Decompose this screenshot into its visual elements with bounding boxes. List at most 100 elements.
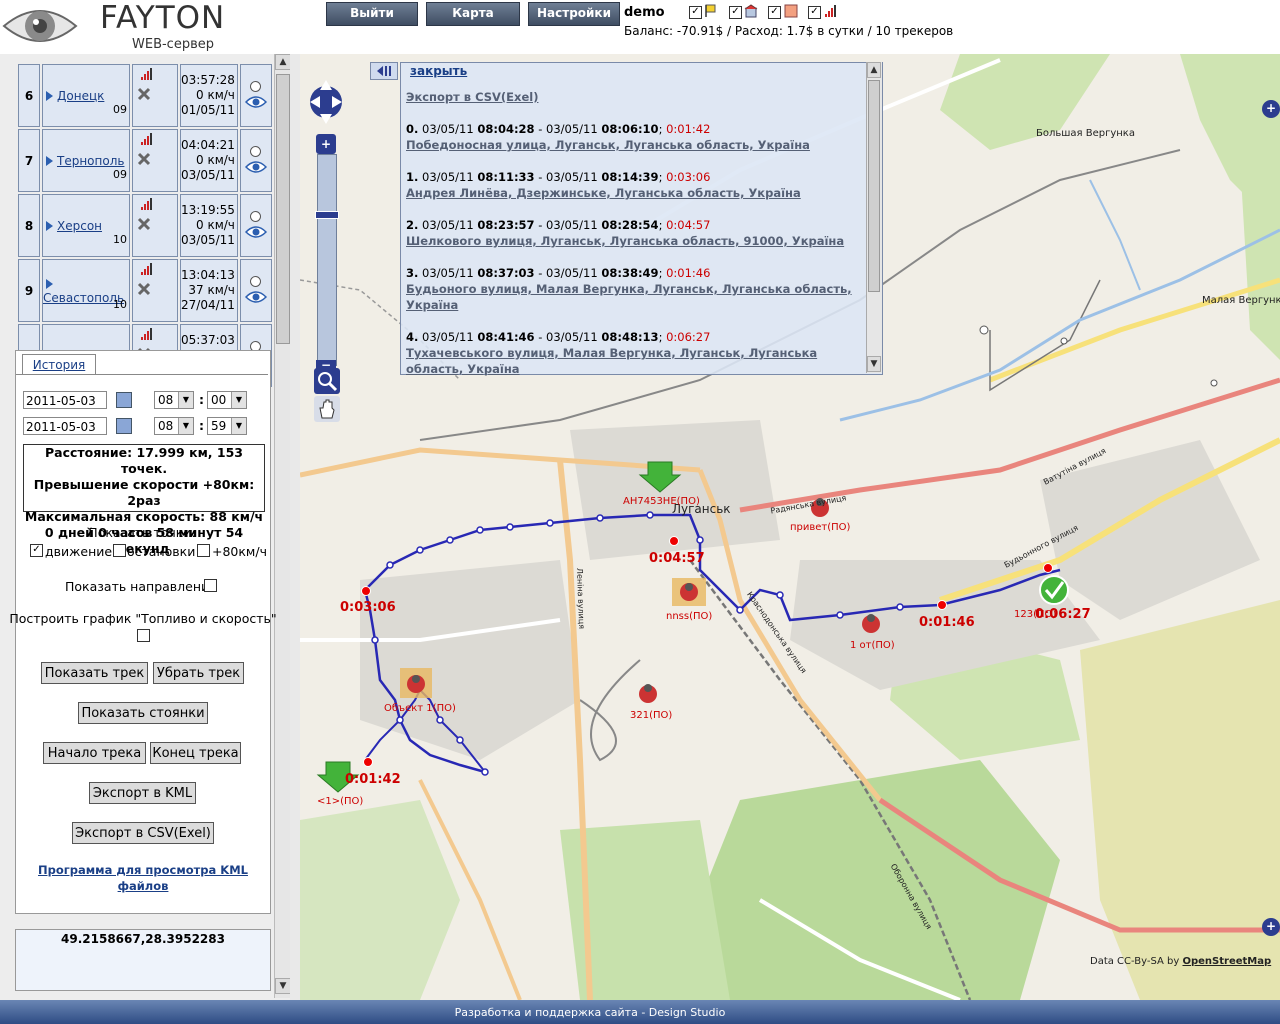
layer-checkbox-1[interactable]: ✓ bbox=[689, 6, 702, 19]
place-label: Малая Вергунка bbox=[1202, 295, 1280, 306]
tracker-row[interactable]: 7 Тернополь 09 04:04:21 0 км/ч 03/05/11 bbox=[18, 129, 272, 192]
logout-button[interactable]: Выйти bbox=[326, 2, 418, 26]
stops-checkbox[interactable] bbox=[113, 544, 126, 557]
tracker-name-link[interactable]: Херсон bbox=[57, 219, 102, 233]
show-direction-label: Показать направление bbox=[65, 579, 217, 594]
calendar-icon[interactable] bbox=[116, 392, 132, 408]
tab-history[interactable]: История bbox=[22, 354, 96, 375]
stop-address-link[interactable]: Шелкового вулиця, Луганськ, Луганська об… bbox=[406, 234, 844, 248]
zoom-slider[interactable] bbox=[317, 154, 337, 366]
stop-entry: 2. 03/05/11 08:23:57 - 03/05/11 08:28:54… bbox=[406, 218, 711, 232]
stop-address-link[interactable]: Андрея Линёва, Дзержинське, Луганська об… bbox=[406, 186, 801, 200]
layer-checkbox-4[interactable]: ✓ bbox=[808, 6, 821, 19]
footer-text[interactable]: Разработка и поддержка сайта - Design St… bbox=[0, 1006, 1180, 1019]
map-button[interactable]: Карта bbox=[426, 2, 520, 26]
kml-viewer-link[interactable]: Программа для просмотра KML файлов bbox=[30, 862, 256, 894]
tracker-row[interactable]: 9 Севастополь 10 13:04:13 37 км/ч 27/04/11 bbox=[18, 259, 272, 322]
tracker-table: 6 Донецк 09 03:57:28 0 км/ч 01/05/11 7 Тернопол… bbox=[16, 62, 274, 389]
tracker-radio[interactable] bbox=[250, 146, 262, 157]
to-hour-select[interactable]: 08 ▼ bbox=[154, 417, 194, 435]
fuel-chart-checkbox[interactable] bbox=[137, 629, 150, 642]
fuel-chart-label: Построить график "Топливо и скорость" bbox=[9, 611, 277, 626]
scroll-down-button[interactable]: ▼ bbox=[275, 978, 291, 994]
object-label[interactable]: <1>(ПО) bbox=[317, 796, 363, 807]
scroll-up-button[interactable]: ▲ bbox=[275, 54, 291, 70]
popup-scrollbar[interactable]: ▲ ▼ bbox=[866, 62, 882, 373]
popup-close-link[interactable]: закрыть bbox=[410, 64, 467, 78]
tracker-name-link[interactable]: Севастополь bbox=[43, 291, 124, 305]
date-to-input[interactable]: 2011-05-03 bbox=[23, 417, 107, 435]
stop-address-link[interactable]: Україна bbox=[406, 298, 458, 312]
move-checkbox[interactable]: ✓ bbox=[30, 544, 43, 557]
popup-collapse-icon[interactable] bbox=[370, 62, 398, 80]
object-label[interactable]: привет(ПО) bbox=[790, 522, 850, 533]
track-end-button[interactable]: Конец трека bbox=[150, 742, 241, 764]
pan-hand-icon[interactable] bbox=[314, 396, 340, 422]
tracker-radio[interactable] bbox=[250, 276, 262, 287]
stops-label: остановки bbox=[127, 544, 196, 559]
stop-to-time: 08:06:10 bbox=[601, 122, 659, 136]
stop-address-link[interactable]: Победоносная улица, Луганськ, Луганська … bbox=[406, 138, 810, 152]
scroll-down-button[interactable]: ▼ bbox=[867, 356, 881, 372]
osm-link[interactable]: OpenStreetMap bbox=[1182, 956, 1271, 967]
tracker-speed: 0 км/ч bbox=[196, 218, 235, 232]
play-icon[interactable] bbox=[46, 279, 53, 289]
show-track-button[interactable]: Показать трек bbox=[41, 662, 148, 684]
overspeed-checkbox[interactable] bbox=[197, 544, 210, 557]
eye-icon[interactable] bbox=[244, 95, 267, 109]
stop-address-link[interactable]: область, Україна bbox=[406, 362, 520, 376]
tracker-radio[interactable] bbox=[250, 211, 262, 222]
play-icon[interactable] bbox=[46, 156, 53, 166]
object-label[interactable]: Объект 1(ПО) bbox=[384, 703, 456, 714]
stop-from-time: 08:23:57 bbox=[477, 218, 535, 232]
scrollbar-thumb[interactable] bbox=[868, 80, 880, 292]
scroll-up-button[interactable]: ▲ bbox=[867, 62, 881, 78]
popup-export-csv-link[interactable]: Экспорт в CSV(Exel) bbox=[406, 90, 538, 104]
stop-address-link[interactable]: Тухачевського вулиця, Малая Вергунка, Лу… bbox=[406, 346, 817, 360]
layer-checkbox-3[interactable]: ✓ bbox=[768, 6, 781, 19]
stop-duration: 0:01:46 bbox=[666, 266, 711, 280]
object-label[interactable]: AH7453HE(ПО) bbox=[623, 496, 700, 507]
eye-icon[interactable] bbox=[244, 160, 267, 174]
date-from-input[interactable]: 2011-05-03 bbox=[23, 391, 107, 409]
zoom-in-button[interactable]: + bbox=[316, 134, 336, 154]
tracker-row[interactable]: 8 Херсон 10 13:19:55 0 км/ч 03/05/11 bbox=[18, 194, 272, 257]
tracker-radio[interactable] bbox=[250, 81, 262, 92]
place-label: Большая Вергунка bbox=[1036, 128, 1135, 139]
to-minute-select[interactable]: 59 ▼ bbox=[207, 417, 247, 435]
from-hour-select[interactable]: 08 ▼ bbox=[154, 391, 194, 409]
stop-from-date: 03/05/11 bbox=[422, 170, 474, 184]
logo-title: FAYTON bbox=[100, 0, 226, 36]
calendar-icon[interactable] bbox=[116, 418, 132, 434]
object-label[interactable]: 321(ПО) bbox=[630, 710, 672, 721]
stat-max-speed: Максимальная скорость: 88 км/ч bbox=[24, 509, 264, 524]
stop-address-link[interactable]: Будьоного вулиця, Малая Вергунка, Луганс… bbox=[406, 282, 852, 296]
hide-track-button[interactable]: Убрать трек bbox=[153, 662, 244, 684]
stop-entry: 0. 03/05/11 08:04:28 - 03/05/11 08:06:10… bbox=[406, 122, 711, 136]
settings-button[interactable]: Настройки bbox=[528, 2, 620, 26]
overview-map-button[interactable]: + bbox=[1262, 918, 1280, 936]
pan-control-icon[interactable] bbox=[308, 74, 344, 130]
object-label[interactable]: 123(ПО) bbox=[1014, 609, 1056, 620]
tracker-row[interactable]: 6 Донецк 09 03:57:28 0 км/ч 01/05/11 bbox=[18, 64, 272, 127]
play-icon[interactable] bbox=[46, 91, 53, 101]
zoom-slider-thumb[interactable] bbox=[315, 211, 339, 219]
show-direction-checkbox[interactable] bbox=[204, 579, 217, 592]
tracker-name-link[interactable]: Тернополь bbox=[57, 154, 124, 168]
eye-icon[interactable] bbox=[244, 225, 267, 239]
eye-icon[interactable] bbox=[244, 290, 267, 304]
tracker-time: 13:04:13 bbox=[181, 268, 235, 282]
layer-checkbox-2[interactable]: ✓ bbox=[729, 6, 742, 19]
zoom-box-icon[interactable] bbox=[314, 368, 340, 394]
export-kml-button[interactable]: Экспорт в KML bbox=[89, 782, 196, 804]
layer-switcher-button[interactable]: + bbox=[1262, 100, 1280, 118]
object-label[interactable]: 1 oт(ПО) bbox=[850, 640, 895, 651]
tracker-name-link[interactable]: Донецк bbox=[57, 89, 104, 103]
play-icon[interactable] bbox=[46, 221, 53, 231]
track-start-button[interactable]: Начало трека bbox=[43, 742, 146, 764]
scrollbar-thumb[interactable] bbox=[276, 74, 290, 344]
export-csv-button[interactable]: Экспорт в CSV(Exel) bbox=[72, 822, 214, 844]
from-minute-select[interactable]: 00 ▼ bbox=[207, 391, 247, 409]
show-stops-button[interactable]: Показать стоянки bbox=[78, 702, 208, 724]
object-label[interactable]: nnss(ПО) bbox=[666, 611, 712, 622]
